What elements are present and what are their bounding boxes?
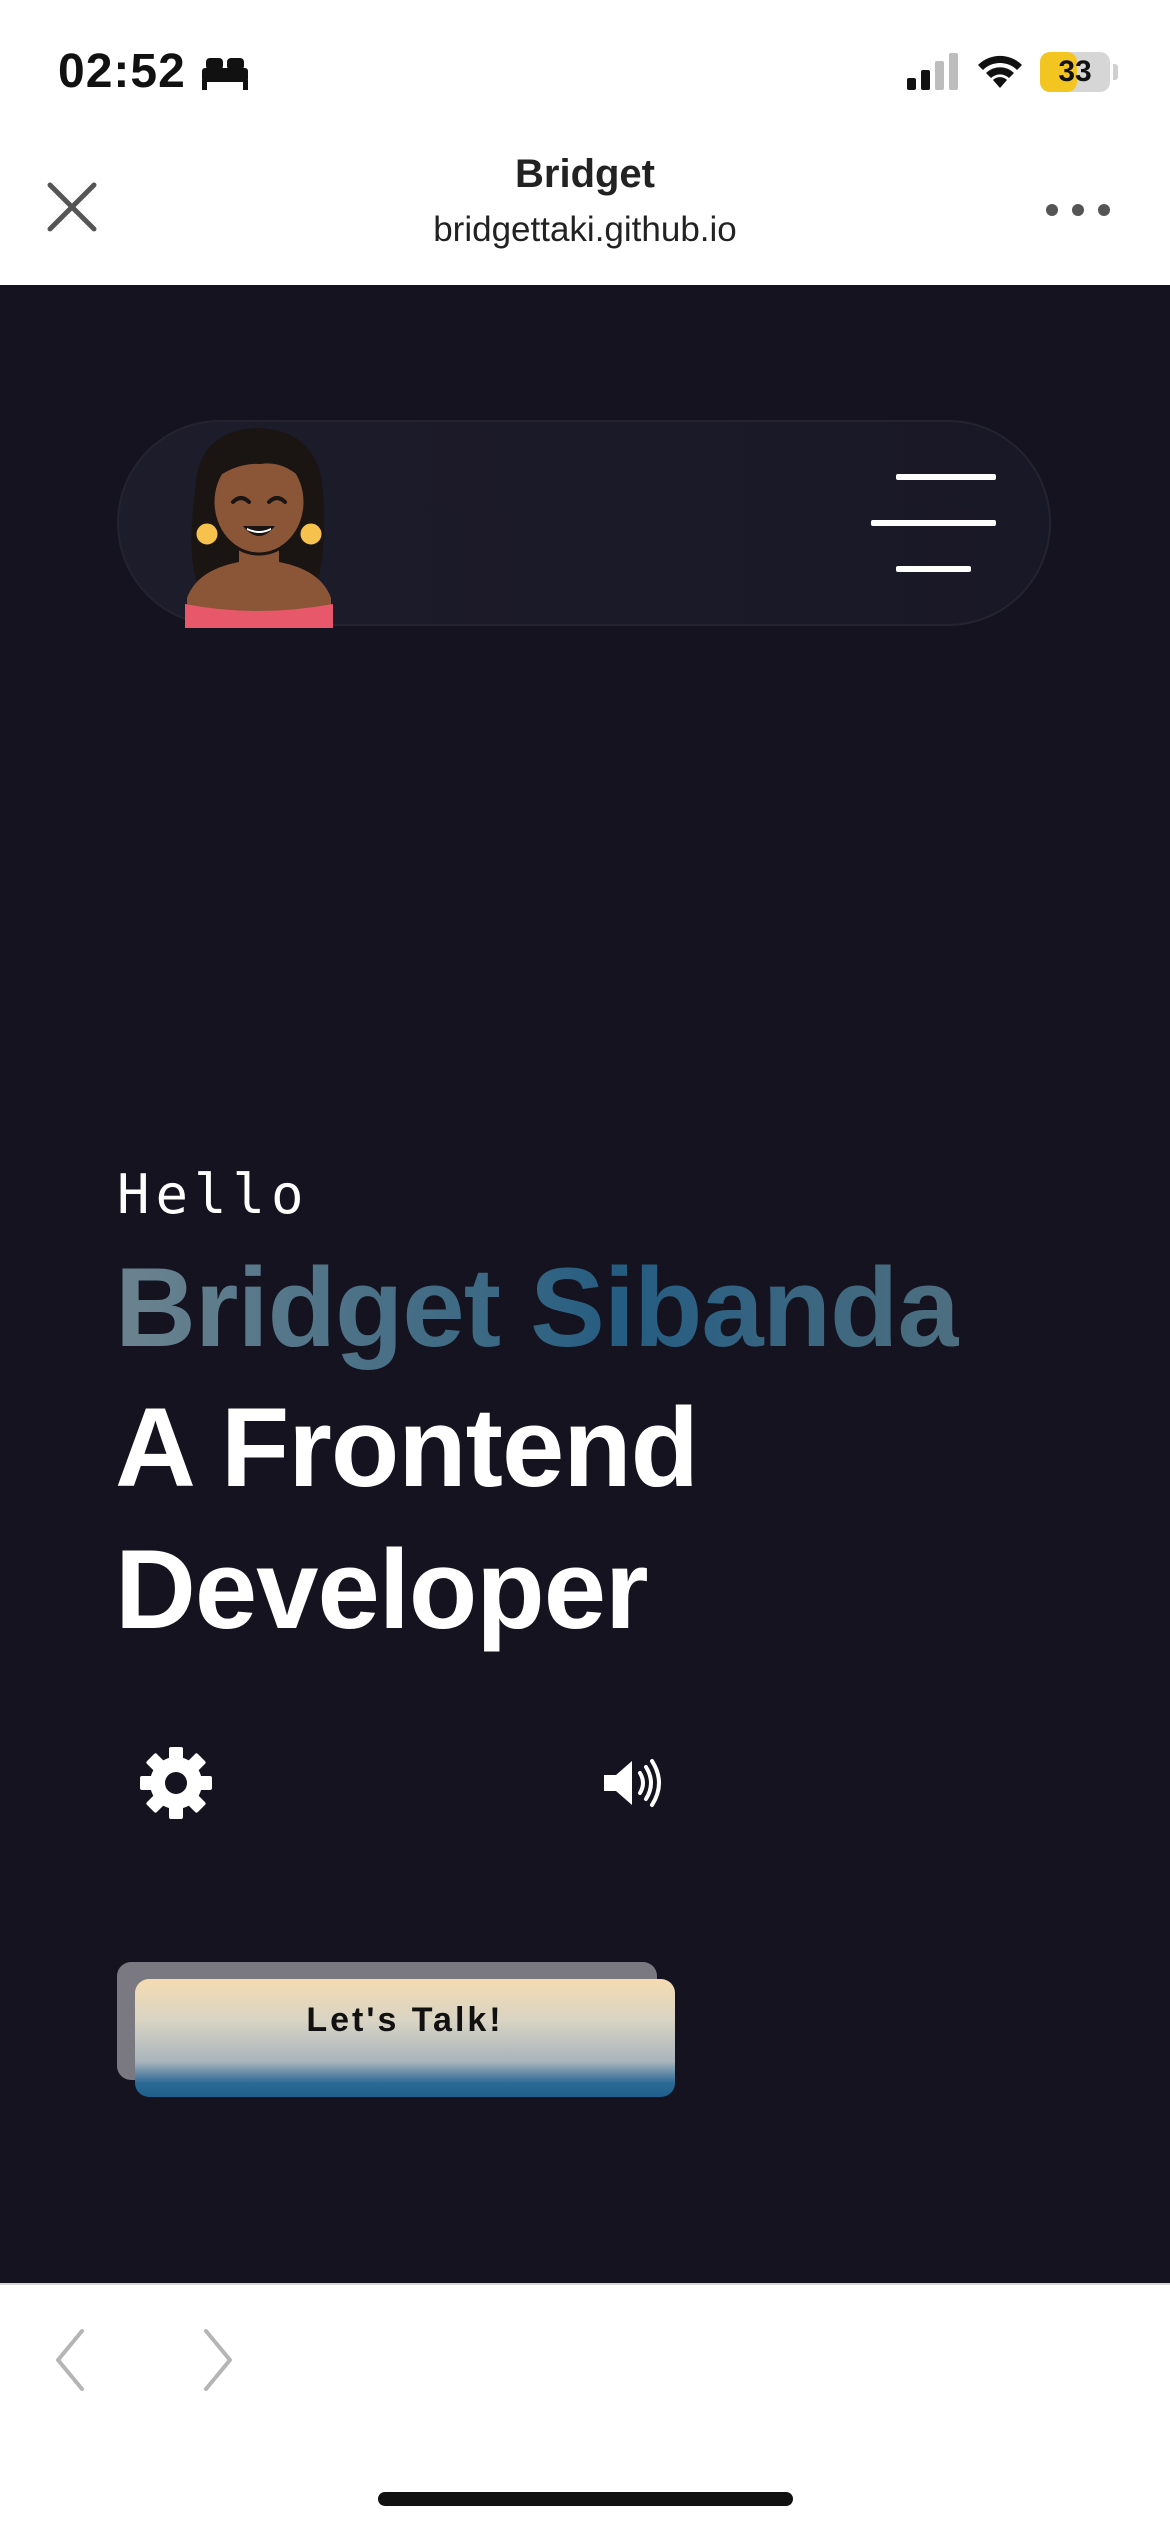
speaker-icon[interactable] xyxy=(600,1753,664,1813)
chevron-right-icon[interactable] xyxy=(198,2325,238,2395)
page-title: Bridget xyxy=(515,152,655,196)
website-content: Hello Bridget Sibanda A Frontend Develop… xyxy=(0,285,1170,2283)
chevron-left-icon[interactable] xyxy=(50,2325,90,2395)
battery-level: 33 xyxy=(1058,55,1092,88)
battery-nub xyxy=(1113,64,1118,80)
nav-bar xyxy=(117,420,1051,628)
browser-header: Bridget bridgettaki.github.io xyxy=(0,140,1170,285)
cellular-signal-icon xyxy=(907,53,958,90)
wifi-icon xyxy=(978,55,1022,88)
hero-role-line-2: Developer xyxy=(115,1527,649,1652)
avatar[interactable] xyxy=(177,422,337,628)
greeting: Hello xyxy=(117,1163,310,1226)
status-time: 02:52 xyxy=(58,45,186,98)
hero-name: Bridget Sibanda xyxy=(115,1245,960,1370)
status-bar: 02:52 33 xyxy=(0,0,1170,140)
lets-talk-label: Let's Talk! xyxy=(306,2000,504,2039)
page-url: bridgettaki.github.io xyxy=(433,210,737,249)
menu-line xyxy=(871,520,996,526)
bed-icon xyxy=(202,58,248,90)
more-icon[interactable] xyxy=(1040,190,1120,230)
hero-role-line-1: A Frontend xyxy=(115,1385,699,1510)
home-indicator xyxy=(378,2492,793,2506)
menu-line xyxy=(896,474,996,480)
gear-icon[interactable] xyxy=(138,1745,214,1821)
menu-line xyxy=(896,566,971,572)
hamburger-menu-icon[interactable] xyxy=(871,474,1001,574)
battery-indicator: 33 xyxy=(1040,52,1110,92)
lets-talk-button[interactable]: Let's Talk! xyxy=(135,1979,675,2097)
browser-toolbar xyxy=(0,2283,1170,2532)
